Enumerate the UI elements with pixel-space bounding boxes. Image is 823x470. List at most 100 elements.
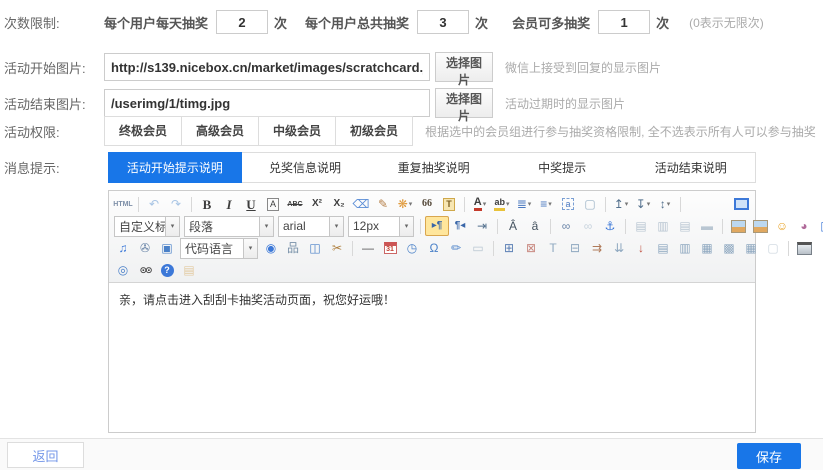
time-icon[interactable]: ◷ xyxy=(401,238,423,258)
direction-ltr-icon[interactable]: ▸¶ xyxy=(425,216,449,236)
font-border-icon[interactable]: A xyxy=(262,194,284,214)
redo-icon[interactable]: ↷ xyxy=(165,194,187,214)
help-icon[interactable]: ? xyxy=(156,260,178,280)
subscript-icon[interactable]: X₂ xyxy=(328,194,350,214)
insert-video-icon[interactable]: ▥ xyxy=(815,216,823,236)
tab-activity-start-tip[interactable]: 活动开始提示说明 xyxy=(108,152,242,183)
line-spacing-icon[interactable]: ↕▾ xyxy=(654,194,676,214)
tab-redeem-info[interactable]: 兑奖信息说明 xyxy=(241,153,370,182)
paste-plain-icon[interactable]: T xyxy=(438,194,460,214)
source-html-icon[interactable]: HTML xyxy=(112,194,134,214)
direction-rtl-icon[interactable]: ¶◂ xyxy=(449,216,471,236)
map-icon[interactable]: ◉ xyxy=(260,238,282,258)
unordered-list-icon[interactable]: ≡▾ xyxy=(535,194,557,214)
insert-image-icon[interactable] xyxy=(727,216,749,236)
strikethrough-icon[interactable]: ABC xyxy=(284,194,306,214)
date-icon[interactable]: 31 xyxy=(379,238,401,258)
image-align-none-icon[interactable]: ▬ xyxy=(696,216,718,236)
blank-doc-icon[interactable]: ▢ xyxy=(579,194,601,214)
tab-win-tip[interactable]: 中奖提示 xyxy=(498,153,627,182)
image-upload-icon[interactable] xyxy=(749,216,771,236)
toolbar-separator xyxy=(788,241,789,256)
image-align-left-icon[interactable]: ▤ xyxy=(630,216,652,236)
paragraph-space-before-icon[interactable]: ↥▾ xyxy=(610,194,632,214)
emotion-icon[interactable]: ☺ xyxy=(771,216,793,236)
print-icon[interactable] xyxy=(793,238,815,258)
horizontal-rule-icon[interactable]: — xyxy=(357,238,379,258)
ordered-list-icon[interactable]: ≣▾ xyxy=(513,194,535,214)
insert-table-icon[interactable]: ⊞ xyxy=(498,238,520,258)
end-image-row: 活动结束图片: 选择图片 活动过期时的显示图片 xyxy=(0,88,823,118)
bold-icon[interactable]: B xyxy=(196,194,218,214)
lowercase-icon[interactable]: â xyxy=(524,216,546,236)
member-group-ultimate[interactable]: 终极会员 xyxy=(104,116,182,146)
chart-icon[interactable]: 品 xyxy=(282,238,304,258)
paragraph-select[interactable]: 段落▾ xyxy=(184,216,274,237)
search-replace-icon[interactable]: ⊙⊙ xyxy=(134,260,156,280)
form-icon[interactable]: ▭ xyxy=(467,238,489,258)
attachment-icon[interactable]: ✇ xyxy=(134,238,156,258)
table-layout-center-icon[interactable]: ▦ xyxy=(696,238,718,258)
insert-row-icon[interactable]: ⇉ xyxy=(586,238,608,258)
blockquote-icon[interactable]: 66 xyxy=(416,194,438,214)
table-layout-left-icon[interactable]: ▤ xyxy=(652,238,674,258)
anchor-box-icon[interactable]: a xyxy=(557,194,579,214)
preview-icon[interactable]: ◎ xyxy=(112,260,134,280)
member-group-junior[interactable]: 初级会员 xyxy=(335,116,413,146)
special-char-icon[interactable]: Ω xyxy=(423,238,445,258)
table-layout-grid-icon[interactable]: ▦ xyxy=(740,238,762,258)
table-layout-right-icon[interactable]: ▥ xyxy=(674,238,696,258)
back-button[interactable]: 返回 xyxy=(7,442,84,468)
italic-icon[interactable]: I xyxy=(218,194,240,214)
table-title-icon[interactable]: T xyxy=(542,238,564,258)
end-image-pick-button[interactable]: 选择图片 xyxy=(435,88,493,118)
undo-icon[interactable]: ↶ xyxy=(143,194,165,214)
screenshot-icon[interactable]: ✂ xyxy=(326,238,348,258)
code-language-select[interactable]: 代码语言▾ xyxy=(180,238,258,259)
member-extra-draws-input[interactable] xyxy=(598,10,650,34)
paragraph-space-after-icon[interactable]: ↧▾ xyxy=(632,194,654,214)
fullscreen-icon[interactable] xyxy=(730,194,752,214)
editor-content[interactable]: 亲，请点击进入刮刮卡抽奖活动页面，祝您好运哦！ xyxy=(109,283,755,432)
start-image-input[interactable] xyxy=(104,53,430,81)
image-align-center-icon[interactable]: ▥ xyxy=(652,216,674,236)
image-align-right-icon[interactable]: ▤ xyxy=(674,216,696,236)
total-draws-input[interactable] xyxy=(417,10,469,34)
superscript-icon[interactable]: X² xyxy=(306,194,328,214)
tab-activity-end[interactable]: 活动结束说明 xyxy=(626,153,755,182)
indent-icon[interactable]: ⇥ xyxy=(471,216,493,236)
link-icon[interactable]: ∞ xyxy=(555,216,577,236)
columns-icon[interactable]: ◫ xyxy=(304,238,326,258)
underline-icon[interactable]: U xyxy=(240,194,262,214)
delete-row-icon[interactable]: ↓ xyxy=(630,238,652,258)
unlink-icon[interactable]: ∞ xyxy=(577,216,599,236)
insert-col-icon[interactable]: ⇊ xyxy=(608,238,630,258)
anchor-icon[interactable]: ⚓ xyxy=(599,216,621,236)
tab-repeat-draw[interactable]: 重复抽奖说明 xyxy=(369,153,498,182)
daily-draws-input[interactable] xyxy=(216,10,268,34)
auto-typeset-icon[interactable]: ❋▾ xyxy=(394,194,416,214)
table-layout-full-icon[interactable]: ▩ xyxy=(718,238,740,258)
insert-frame-icon[interactable]: ▣ xyxy=(156,238,178,258)
member-group-senior[interactable]: 高级会员 xyxy=(181,116,259,146)
format-painter-icon[interactable]: ✎ xyxy=(372,194,394,214)
end-image-input[interactable] xyxy=(104,89,430,117)
uppercase-icon[interactable]: Â xyxy=(502,216,524,236)
font-size-select[interactable]: 12px▾ xyxy=(348,216,414,237)
start-image-pick-button[interactable]: 选择图片 xyxy=(435,52,493,82)
scrawl-icon[interactable]: ◕ xyxy=(793,216,815,236)
font-family-select[interactable]: arial▾ xyxy=(278,216,344,237)
edit-note-icon[interactable]: ✏ xyxy=(445,238,467,258)
font-color-icon[interactable]: A▾ xyxy=(469,194,491,214)
format-clear-icon[interactable]: ⌫ xyxy=(350,194,372,214)
music-icon[interactable]: ♫ xyxy=(112,238,134,258)
paste-icon[interactable]: ▤ xyxy=(178,260,200,280)
toolbar-separator xyxy=(464,197,465,212)
background-color-icon[interactable]: ab▾ xyxy=(491,194,513,214)
style-select[interactable]: 自定义标题▾ xyxy=(114,216,180,237)
delete-table-icon[interactable]: ⊠ xyxy=(520,238,542,258)
save-button[interactable]: 保存 xyxy=(737,443,801,469)
member-group-middle[interactable]: 中级会员 xyxy=(258,116,336,146)
merge-cells-icon[interactable]: ⊟ xyxy=(564,238,586,258)
page-break-icon[interactable]: ▢ xyxy=(762,238,784,258)
